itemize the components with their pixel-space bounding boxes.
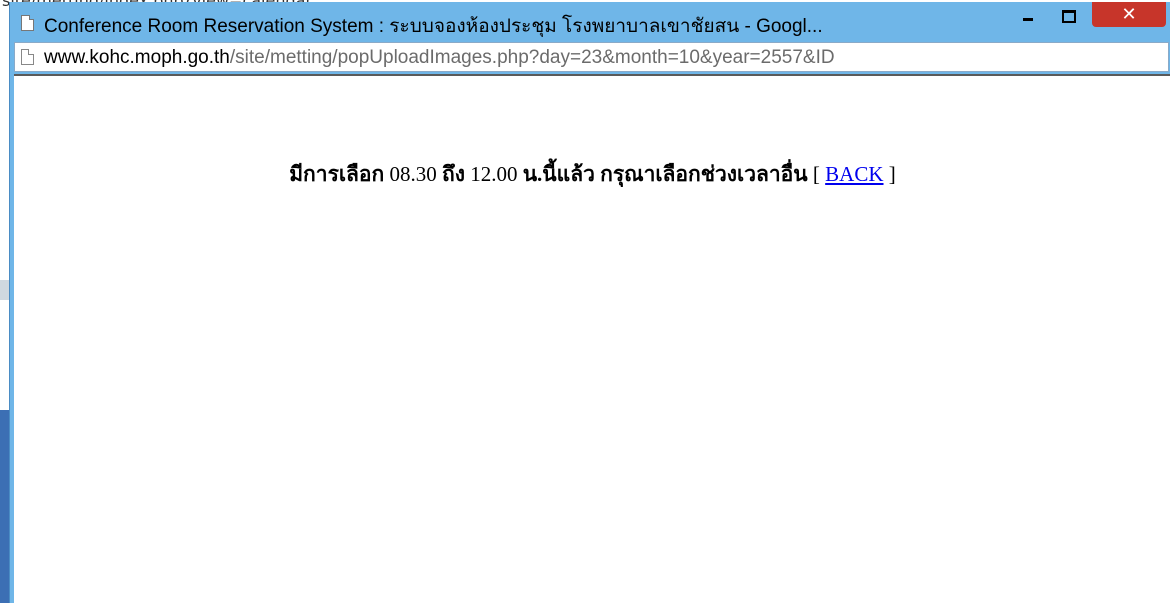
minimize-icon — [1023, 17, 1033, 21]
background-edge — [0, 280, 9, 300]
maximize-button[interactable] — [1054, 2, 1084, 30]
message-part1: มีการเลือก — [289, 162, 385, 186]
url-path: /site/metting/popUploadImages.php?day=23… — [229, 47, 835, 68]
end-time: 12.00 — [470, 162, 518, 186]
close-button[interactable]: ✕ — [1092, 2, 1166, 27]
bracket-close: ] — [888, 162, 896, 186]
background-edge-blue — [0, 410, 9, 603]
back-link[interactable]: BACK — [825, 162, 883, 186]
address-bar[interactable]: www.kohc.moph.go.th/site/metting/popUplo… — [14, 42, 1169, 72]
minimize-button[interactable] — [1013, 2, 1043, 30]
url-host: www.kohc.moph.go.th — [44, 47, 230, 68]
title-bar[interactable]: Conference Room Reservation System : ระบ… — [10, 2, 1170, 42]
page-content: มีการเลือก 08.30 ถึง 12.00 น.นี้แล้ว กรุ… — [14, 74, 1170, 605]
page-icon — [21, 15, 34, 31]
url-text[interactable]: www.kohc.moph.go.th/site/metting/popUplo… — [44, 47, 1164, 69]
message-text: มีการเลือก 08.30 ถึง 12.00 น.นี้แล้ว กรุ… — [14, 158, 1170, 191]
bracket-open: [ — [812, 162, 820, 186]
maximize-icon — [1062, 9, 1076, 23]
window-title: Conference Room Reservation System : ระบ… — [44, 16, 823, 37]
document-icon — [21, 49, 34, 65]
message-part3: น.นี้แล้ว กรุณาเลือกช่วงเวลาอื่น — [522, 162, 808, 186]
start-time: 08.30 — [389, 162, 437, 186]
popup-window: Conference Room Reservation System : ระบ… — [9, 2, 1170, 605]
close-icon: ✕ — [1121, 4, 1137, 24]
message-part2: ถึง — [441, 162, 465, 186]
